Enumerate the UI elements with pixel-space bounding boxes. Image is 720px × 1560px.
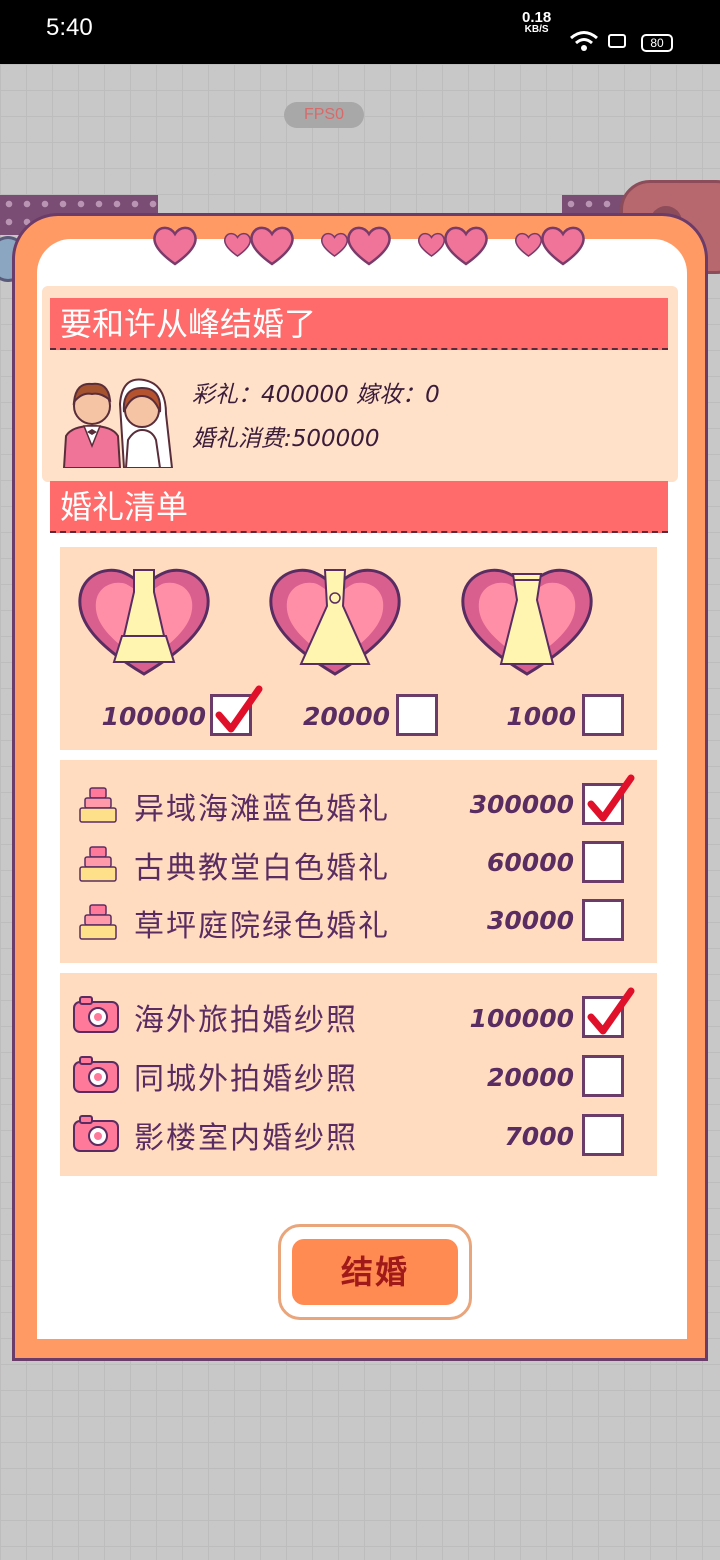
wedding-dress-icon[interactable] bbox=[265, 566, 405, 678]
photo-label-3: 影楼室内婚纱照 bbox=[134, 1121, 358, 1156]
photo-checkbox-3[interactable] bbox=[582, 1114, 624, 1156]
heart-icon bbox=[153, 226, 585, 266]
fps-counter: FPS0 bbox=[284, 102, 364, 128]
wedding-dress-icon[interactable] bbox=[457, 566, 597, 678]
ceremony-price-1: 300000 bbox=[469, 790, 574, 819]
dress-price-2: 20000 bbox=[303, 702, 390, 731]
ceremony-price-2: 60000 bbox=[487, 848, 574, 877]
dress-price-1: 100000 bbox=[101, 702, 206, 731]
dress-checkbox-3[interactable] bbox=[582, 694, 624, 736]
ceremony-label-3: 草坪庭院绿色婚礼 bbox=[134, 909, 390, 944]
photo-price-3: 7000 bbox=[504, 1122, 574, 1151]
wedding-cost-line: 婚礼消费:500000 bbox=[192, 419, 380, 453]
status-bar: 5:40 0.18 KB/S 80 bbox=[0, 0, 720, 64]
wedding-dress-icon[interactable] bbox=[74, 566, 214, 678]
photo-label-2: 同城外拍婚纱照 bbox=[134, 1062, 358, 1097]
dowry-info-line: 彩礼：400000 嫁妆：0 bbox=[192, 375, 440, 409]
ceremony-label-2: 古典教堂白色婚礼 bbox=[134, 851, 390, 886]
camera-icon bbox=[73, 996, 119, 1033]
network-speed-unit: KB/S bbox=[524, 24, 549, 35]
camera-icon bbox=[73, 1115, 119, 1152]
photo-price-2: 20000 bbox=[487, 1063, 574, 1092]
ceremony-checkbox-3[interactable] bbox=[582, 899, 624, 941]
checkmark-icon bbox=[587, 774, 635, 822]
sim-icon bbox=[608, 34, 626, 48]
dowry-value: 0 bbox=[425, 382, 440, 408]
photo-checkbox-2[interactable] bbox=[582, 1055, 624, 1097]
cake-icon bbox=[79, 904, 117, 940]
photo-price-1: 100000 bbox=[469, 1004, 574, 1033]
wedding-cost-label: 婚礼消费: bbox=[192, 426, 292, 452]
battery-icon: 80 bbox=[641, 34, 673, 52]
wedding-cost-value: 500000 bbox=[291, 426, 380, 452]
ceremony-checkbox-1[interactable] bbox=[582, 774, 635, 825]
wedding-list-title: 婚礼清单 bbox=[50, 481, 668, 533]
dress-checkbox-1[interactable] bbox=[210, 685, 263, 736]
cake-icon bbox=[79, 787, 117, 823]
status-time: 5:40 bbox=[46, 14, 93, 41]
marry-button[interactable]: 结婚 bbox=[278, 1224, 472, 1320]
hearts-decoration bbox=[153, 226, 585, 266]
bride-price-value: 400000 bbox=[261, 382, 349, 408]
dialog-title: 要和许从峰结婚了 bbox=[50, 298, 668, 350]
network-speed: 0.18 KB/S bbox=[522, 9, 552, 36]
ceremony-checkbox-2[interactable] bbox=[582, 841, 624, 883]
ceremony-price-3: 30000 bbox=[487, 906, 574, 935]
network-speed-value: 0.18 bbox=[522, 9, 552, 26]
bride-price-label: 彩礼： bbox=[192, 382, 261, 408]
couple-icon bbox=[62, 378, 174, 468]
camera-icon bbox=[73, 1056, 119, 1093]
photo-label-1: 海外旅拍婚纱照 bbox=[134, 1003, 358, 1038]
marry-button-label: 结婚 bbox=[292, 1239, 458, 1305]
photo-checkbox-1[interactable] bbox=[582, 987, 635, 1038]
dress-price-3: 1000 bbox=[506, 702, 576, 731]
dress-checkbox-2[interactable] bbox=[396, 694, 438, 736]
dowry-label: 嫁妆： bbox=[356, 382, 426, 408]
wifi-icon bbox=[570, 31, 598, 51]
checkmark-icon bbox=[215, 685, 263, 733]
checkmark-icon bbox=[587, 987, 635, 1035]
cake-icon bbox=[79, 846, 117, 882]
ceremony-label-1: 异域海滩蓝色婚礼 bbox=[134, 792, 390, 827]
